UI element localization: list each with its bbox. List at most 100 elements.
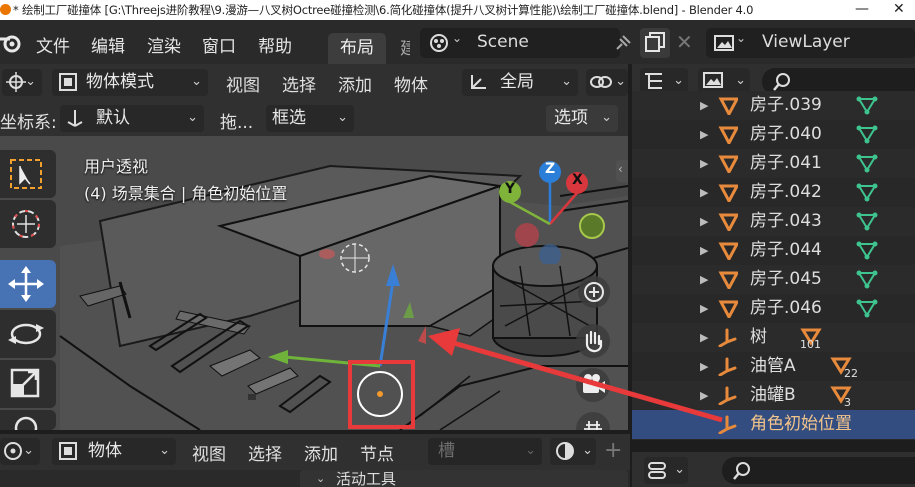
outliner-item[interactable]: ▶ 树 101 <box>632 323 915 352</box>
scene-selector[interactable]: ⌄ Scene <box>420 28 620 58</box>
active-tool-panel[interactable]: ⌄ 活动工具 <box>300 470 628 487</box>
shader-type-dropdown[interactable]: 物体 ⌄ <box>52 438 176 465</box>
expand-arrow-icon[interactable]: ▶ <box>700 352 708 381</box>
expand-arrow-icon[interactable]: ▶ <box>700 265 708 294</box>
mesh-object-icon[interactable] <box>718 182 738 202</box>
outliner-item[interactable]: ▶ 油管A 22 <box>632 352 915 381</box>
gizmo-neg-z-icon[interactable] <box>539 244 561 264</box>
editor-type-button[interactable]: ⌄ <box>2 69 42 96</box>
mesh-object-icon[interactable] <box>718 124 738 144</box>
expand-arrow-icon[interactable]: ▶ <box>700 207 708 236</box>
empty-object-icon[interactable] <box>718 356 738 376</box>
outliner-item[interactable]: ▶ 油罐B 3 <box>632 381 915 410</box>
outliner-item[interactable]: ▶ 房子.046 <box>632 294 915 323</box>
shader-editor-type-button[interactable]: ⌄ <box>0 438 40 465</box>
camera-view-button[interactable] <box>576 368 610 402</box>
drag-dropdown[interactable]: 框选 ⌄ <box>266 105 354 132</box>
pin-icon[interactable] <box>612 32 634 54</box>
menu-file[interactable]: 文件 <box>36 32 70 57</box>
delete-scene-icon[interactable]: ✕ <box>676 30 693 54</box>
new-scene-button[interactable] <box>640 28 670 58</box>
properties-editor-type-button[interactable]: ⌄ <box>644 457 688 484</box>
mesh-data-icon[interactable] <box>856 181 878 203</box>
menu-help[interactable]: 帮助 <box>258 32 292 57</box>
viewport-menu-object[interactable]: 物体 <box>394 71 428 96</box>
mode-dropdown[interactable]: 物体模式 ⌄ <box>52 69 208 96</box>
outliner-panel[interactable]: ⌄ ⌄ ▶ 房子.039 ▶ 房子.040 ▶ 房子.041 ▶ 房子.042 ▶ 房子.043 ▶… <box>632 64 915 440</box>
viewport-menu-select[interactable]: 选择 <box>282 71 316 96</box>
node-menu-add[interactable]: 添加 <box>304 440 338 465</box>
transform-tool[interactable] <box>0 410 56 430</box>
expand-arrow-icon[interactable]: ▶ <box>700 381 708 410</box>
mesh-object-icon[interactable] <box>718 95 738 115</box>
viewlayer-selector[interactable]: ⌄ ViewLayer <box>706 28 915 58</box>
minimize-button[interactable]: — <box>855 0 869 20</box>
empty-object-icon[interactable] <box>718 385 738 405</box>
empty-object-icon[interactable] <box>718 327 738 347</box>
mesh-object-icon[interactable] <box>718 211 738 231</box>
sidebar-toggle[interactable]: ‹ <box>616 160 628 182</box>
mesh-data-icon[interactable] <box>856 297 878 319</box>
outliner-item[interactable]: ▶ 房子.045 <box>632 265 915 294</box>
outliner-item[interactable]: ▶ 房子.041 <box>632 149 915 178</box>
properties-search-input[interactable] <box>722 457 915 484</box>
3d-viewport[interactable]: ⌄ 物体模式 ⌄ 视图 选择 添加 物体 全局 ⌄ ⌄ 坐标系: 默认 ⌄ 拖.… <box>0 64 628 430</box>
pivot-dropdown[interactable]: ⌄ <box>586 69 628 96</box>
expand-arrow-icon[interactable]: ▶ <box>700 120 708 149</box>
menu-window[interactable]: 窗口 <box>202 32 236 57</box>
scale-tool[interactable] <box>0 360 56 408</box>
node-menu-select[interactable]: 选择 <box>248 440 282 465</box>
add-button[interactable]: + <box>604 438 622 463</box>
outliner-item[interactable]: 角色初始位置 <box>632 410 915 439</box>
node-menu-node[interactable]: 节点 <box>360 440 394 465</box>
outliner-item[interactable]: ▶ 房子.040 <box>632 120 915 149</box>
mesh-object-icon[interactable] <box>718 153 738 173</box>
move-tool[interactable] <box>0 260 56 308</box>
mesh-data-icon[interactable] <box>856 268 878 290</box>
viewport-menu-add[interactable]: 添加 <box>338 71 372 96</box>
pan-button[interactable] <box>576 324 610 358</box>
expand-arrow-icon[interactable]: ▶ <box>700 149 708 178</box>
coord-system-dropdown[interactable]: 默认 ⌄ <box>60 105 204 132</box>
expand-arrow-icon[interactable]: ▶ <box>700 323 708 352</box>
blender-menu-icon[interactable] <box>0 33 22 53</box>
empty-object-icon[interactable] <box>718 414 738 434</box>
mesh-object-icon[interactable] <box>718 298 738 318</box>
outliner-item[interactable]: ▶ 房子.042 <box>632 178 915 207</box>
area-divider[interactable] <box>632 440 915 452</box>
menu-render[interactable]: 渲染 <box>147 32 181 57</box>
expand-arrow-icon[interactable]: ▶ <box>700 294 708 323</box>
expand-arrow-icon[interactable]: ▶ <box>700 236 708 265</box>
mesh-data-icon[interactable] <box>856 239 878 261</box>
tab-workspace-modeling[interactable]: 建 <box>400 34 410 59</box>
menu-edit[interactable]: 编辑 <box>91 32 125 57</box>
mesh-data-icon[interactable] <box>856 123 878 145</box>
mesh-data-icon[interactable] <box>856 152 878 174</box>
grid-icon <box>584 421 602 430</box>
options-dropdown[interactable]: 选项 ⌄ <box>546 105 618 132</box>
outliner-item[interactable]: ▶ 房子.044 <box>632 236 915 265</box>
viewport-menu-view[interactable]: 视图 <box>226 71 260 96</box>
mesh-data-icon[interactable] <box>856 94 878 116</box>
gizmo-neg-x-icon[interactable] <box>515 223 539 247</box>
close-window-button[interactable]: ✕ <box>893 0 905 20</box>
outliner-item[interactable]: ▶ 房子.043 <box>632 207 915 236</box>
shading-dropdown[interactable]: ⌄ <box>550 438 596 465</box>
outliner-item[interactable]: ▶ 房子.039 <box>632 91 915 120</box>
gizmo-neg-y-icon[interactable] <box>579 213 605 239</box>
select-box-tool[interactable] <box>0 150 56 198</box>
tab-workspace-layout[interactable]: 布局 <box>328 33 386 64</box>
slot-dropdown[interactable]: 槽 ⌄ <box>428 438 542 465</box>
mesh-data-icon[interactable] <box>856 210 878 232</box>
chevron-down-icon: ⌄ <box>561 74 572 89</box>
expand-arrow-icon[interactable]: ▶ <box>700 91 708 120</box>
node-menu-view[interactable]: 视图 <box>192 440 226 465</box>
expand-arrow-icon[interactable]: ▶ <box>700 178 708 207</box>
shader-editor-body[interactable]: ⌄ 活动工具 <box>0 470 630 487</box>
zoom-button[interactable] <box>578 276 610 308</box>
rotate-tool[interactable] <box>0 310 56 358</box>
cursor-tool[interactable] <box>0 200 56 248</box>
transform-orientation-dropdown[interactable]: 全局 ⌄ <box>462 69 578 96</box>
mesh-object-icon[interactable] <box>718 240 738 260</box>
mesh-object-icon[interactable] <box>718 269 738 289</box>
